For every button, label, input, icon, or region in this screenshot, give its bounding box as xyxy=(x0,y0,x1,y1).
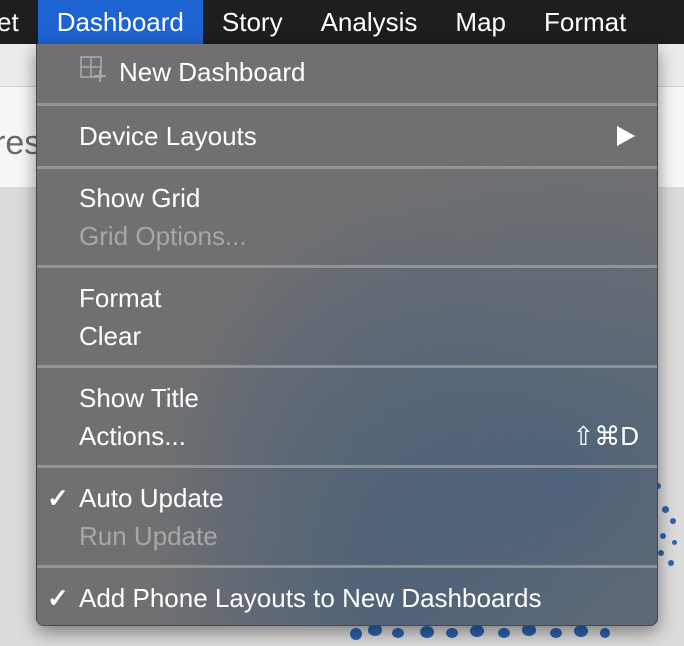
auto-update-label: Auto Update xyxy=(79,483,224,513)
add-phone-layouts-label: Add Phone Layouts to New Dashboards xyxy=(79,583,542,613)
show-title-label: Show Title xyxy=(79,383,199,413)
map-mark xyxy=(662,506,669,513)
menu-separator xyxy=(37,103,657,106)
submenu-arrow-icon xyxy=(617,126,635,146)
map-mark xyxy=(600,628,610,638)
menu-item-show-grid[interactable]: Show Grid xyxy=(37,179,657,217)
map-mark xyxy=(446,628,458,638)
map-mark xyxy=(350,628,362,640)
menu-item-new-dashboard[interactable]: New Dashboard xyxy=(37,53,657,91)
show-grid-label: Show Grid xyxy=(79,183,201,213)
map-mark xyxy=(498,628,510,638)
menu-story[interactable]: Story xyxy=(203,0,302,44)
checkmark-icon: ✓ xyxy=(47,583,69,613)
map-mark xyxy=(670,518,676,524)
menu-separator xyxy=(37,565,657,568)
new-dashboard-icon xyxy=(80,56,106,82)
map-mark xyxy=(672,540,677,545)
actions-label: Actions... xyxy=(79,421,186,451)
menu-item-clear[interactable]: Clear xyxy=(37,317,657,355)
device-layouts-label: Device Layouts xyxy=(79,121,257,151)
format-label: Format xyxy=(79,283,162,313)
map-mark xyxy=(550,628,562,638)
checkmark-icon: ✓ xyxy=(47,483,69,513)
map-mark xyxy=(660,533,666,539)
map-mark xyxy=(420,626,434,638)
menu-map[interactable]: Map xyxy=(436,0,525,44)
map-mark xyxy=(574,625,588,637)
new-dashboard-label: New Dashboard xyxy=(119,57,306,87)
menu-item-device-layouts[interactable]: Device Layouts xyxy=(37,117,657,155)
menu-dashboard[interactable]: Dashboard xyxy=(37,0,203,44)
dashboard-menu: New Dashboard Device Layouts Show Grid G… xyxy=(36,44,658,626)
menu-bar: et Dashboard Story Analysis Map Format xyxy=(0,0,684,44)
menu-item-auto-update[interactable]: ✓ Auto Update xyxy=(37,479,657,517)
map-mark xyxy=(668,560,674,566)
map-mark xyxy=(470,625,484,637)
menu-separator xyxy=(37,265,657,268)
menu-item-format[interactable]: Format xyxy=(37,279,657,317)
menu-analysis[interactable]: Analysis xyxy=(302,0,437,44)
run-update-label: Run Update xyxy=(79,521,218,551)
menu-format[interactable]: Format xyxy=(525,0,645,44)
menu-item-grid-options: Grid Options... xyxy=(37,217,657,255)
clear-label: Clear xyxy=(79,321,142,351)
menu-item-show-title[interactable]: Show Title xyxy=(37,379,657,417)
actions-shortcut: ⇧⌘D xyxy=(572,421,639,451)
menu-separator xyxy=(37,365,657,368)
grid-options-label: Grid Options... xyxy=(79,221,247,251)
map-mark xyxy=(392,628,404,638)
menu-item-run-update: Run Update xyxy=(37,517,657,555)
menu-item-actions[interactable]: Actions... ⇧⌘D xyxy=(37,417,657,455)
screen: et Dashboard Story Analysis Map Format r… xyxy=(0,0,684,646)
menu-separator xyxy=(37,465,657,468)
menu-worksheet[interactable]: et xyxy=(0,0,38,44)
menu-separator xyxy=(37,166,657,169)
menu-item-add-phone-layouts[interactable]: ✓ Add Phone Layouts to New Dashboards xyxy=(37,579,657,617)
map-mark xyxy=(658,550,664,556)
